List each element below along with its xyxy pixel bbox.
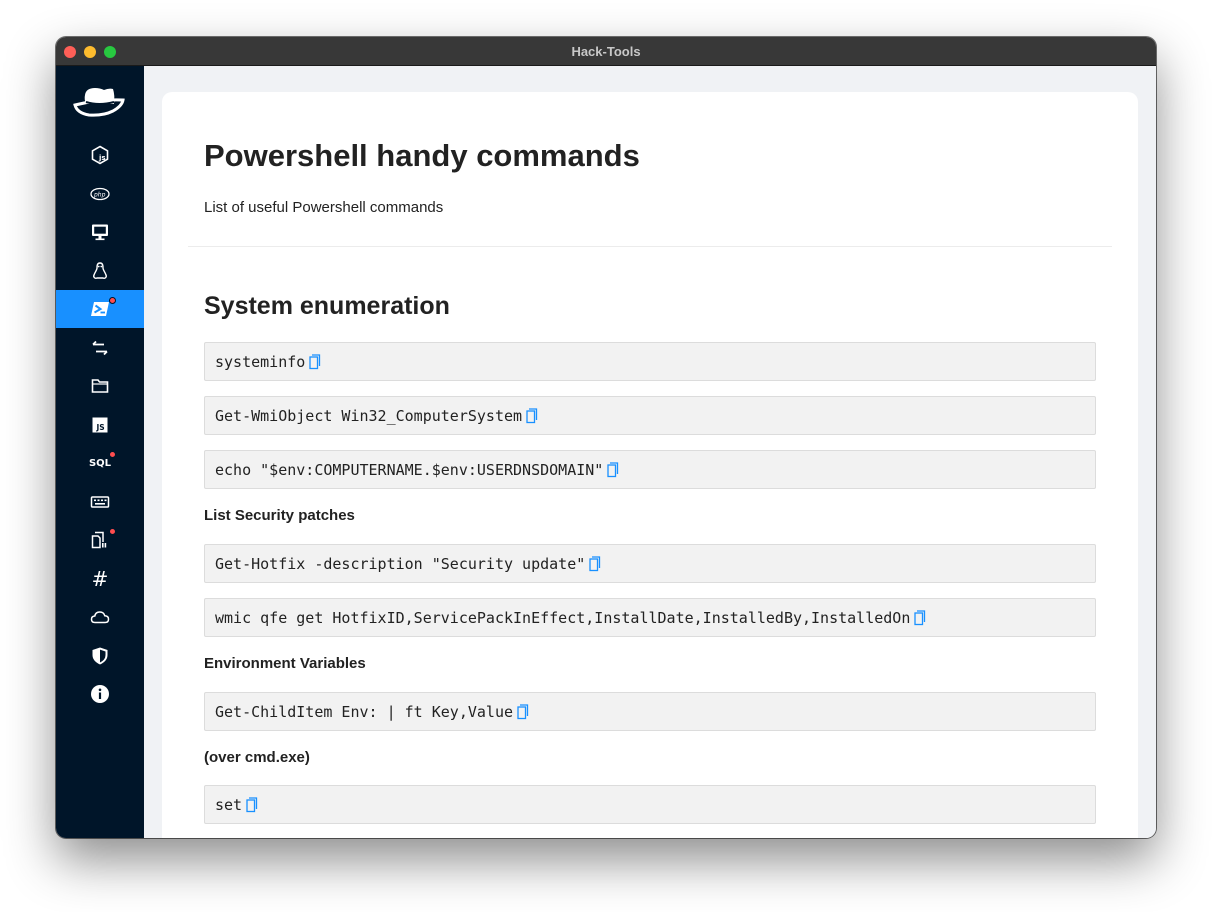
info-icon — [91, 685, 109, 703]
svg-text:js: js — [98, 154, 106, 162]
desktop-icon — [92, 224, 108, 241]
window-title: Hack-Tools — [571, 44, 641, 59]
subheading: Environment Variables — [204, 655, 366, 672]
command-text[interactable]: wmic qfe get HotfixID,ServicePackInEffec… — [215, 609, 910, 627]
sidebar: js php JS SQL # — [56, 66, 144, 838]
command-block: echo "$env:COMPUTERNAME.$env:USERDNSDOMA… — [204, 450, 1096, 489]
copy-icon[interactable] — [309, 353, 321, 370]
sidebar-item-javascript[interactable]: JS — [56, 406, 144, 444]
hash-icon: # — [91, 567, 109, 591]
file-copy-icon — [91, 531, 107, 549]
sidebar-item-file-copy[interactable] — [56, 521, 144, 559]
section-title: System enumeration — [204, 292, 450, 320]
sidebar-item-cloud[interactable] — [56, 598, 144, 636]
command-block: systeminfo — [204, 342, 1096, 381]
sidebar-item-powershell[interactable] — [56, 290, 144, 328]
sidebar-item-sql[interactable]: SQL — [56, 444, 144, 482]
sidebar-item-hash[interactable]: # — [56, 560, 144, 598]
command-text[interactable]: Get-ChildItem Env: | ft Key,Value — [215, 703, 513, 721]
command-text[interactable]: echo "$env:COMPUTERNAME.$env:USERDNSDOMA… — [215, 461, 603, 479]
linux-icon — [93, 262, 107, 279]
page-description: List of useful Powershell commands — [204, 199, 444, 216]
command-block: Get-Hotfix -description "Security update… — [204, 544, 1096, 583]
copy-icon[interactable] — [589, 555, 601, 572]
command-text[interactable]: set — [215, 796, 242, 814]
svg-text:JS: JS — [96, 423, 105, 432]
keyboard-icon — [90, 496, 110, 508]
sidebar-item-linux[interactable] — [56, 252, 144, 290]
svg-text:php: php — [93, 191, 106, 198]
subheading: List Security patches — [204, 507, 355, 524]
sidebar-item-keyboard[interactable] — [56, 483, 144, 521]
copy-icon[interactable] — [914, 609, 926, 626]
powershell-icon — [91, 302, 109, 316]
page-title: Powershell handy commands — [204, 138, 640, 173]
sidebar-item-php[interactable]: php — [56, 175, 144, 213]
transfer-icon — [92, 340, 108, 356]
hat-logo-icon — [73, 88, 125, 117]
sidebar-item-info[interactable] — [56, 675, 144, 713]
command-block: set — [204, 785, 1096, 824]
nodejs-icon: js — [91, 145, 109, 165]
copy-icon[interactable] — [526, 407, 538, 424]
content-card: Powershell handy commands List of useful… — [162, 92, 1138, 838]
app-window: Hack-Tools js php JS SQL # Powershell ha… — [56, 37, 1156, 838]
folder-icon — [91, 379, 109, 393]
copy-icon[interactable] — [517, 703, 529, 720]
title-bar: Hack-Tools — [56, 37, 1156, 66]
sql-icon: SQL — [88, 457, 112, 469]
command-block: Get-WmiObject Win32_ComputerSystem — [204, 396, 1096, 435]
command-text[interactable]: Get-WmiObject Win32_ComputerSystem — [215, 407, 522, 425]
php-icon: php — [90, 187, 110, 201]
sidebar-item-shield[interactable] — [56, 637, 144, 675]
sidebar-item-folder[interactable] — [56, 367, 144, 405]
notification-badge — [109, 297, 116, 304]
subheading: (over cmd.exe) — [204, 749, 310, 766]
javascript-icon: JS — [92, 417, 108, 433]
command-block: Get-ChildItem Env: | ft Key,Value — [204, 692, 1096, 731]
copy-icon[interactable] — [607, 461, 619, 478]
divider — [188, 246, 1112, 247]
notification-badge — [109, 528, 116, 535]
copy-icon[interactable] — [246, 796, 258, 813]
command-text[interactable]: systeminfo — [215, 353, 305, 371]
main-content: Powershell handy commands List of useful… — [144, 66, 1156, 838]
command-text[interactable]: Get-Hotfix -description "Security update… — [215, 555, 585, 573]
notification-badge — [109, 451, 116, 458]
sidebar-item-transfer[interactable] — [56, 329, 144, 367]
shield-icon — [92, 647, 108, 665]
cloud-icon — [90, 611, 110, 624]
sidebar-item-nodejs[interactable]: js — [56, 136, 144, 174]
sidebar-item-desktop[interactable] — [56, 213, 144, 251]
command-block: wmic qfe get HotfixID,ServicePackInEffec… — [204, 598, 1096, 637]
